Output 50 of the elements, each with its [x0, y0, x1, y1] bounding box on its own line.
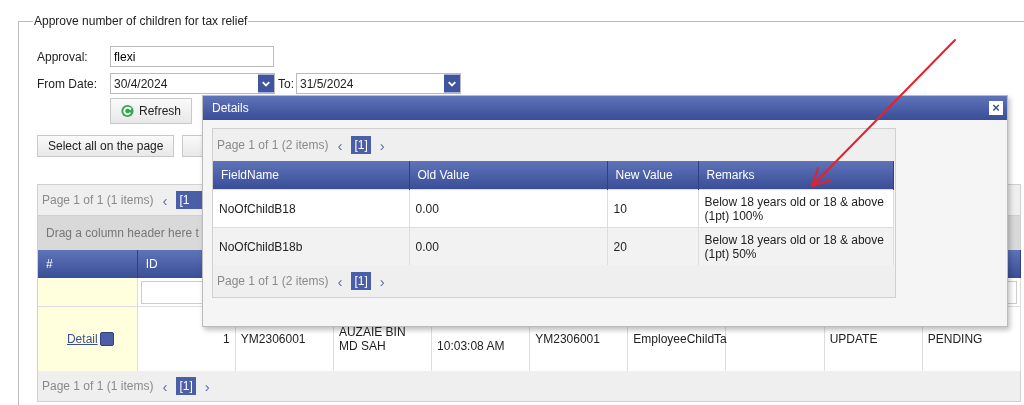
table-cell: 0.00	[415, 201, 439, 216]
pager-summary: Page 1 of 1 (1 items)	[42, 379, 154, 393]
square-icon[interactable]	[99, 332, 114, 347]
page-number-button[interactable]: [1]	[351, 136, 371, 154]
table-cell: Below 18 years old or 18 & above (1pt) 50%	[704, 232, 884, 261]
refresh-icon	[121, 103, 134, 119]
pager-summary: Page 1 of 1 (1 items)	[42, 193, 154, 207]
panel-title: Approve number of children for tax relief	[33, 14, 249, 28]
table-cell: 20	[613, 239, 627, 254]
dialog-title: Details	[212, 101, 249, 115]
previous-page-button[interactable]: ‹	[159, 378, 171, 394]
dropdown-icon[interactable]	[258, 74, 274, 93]
page-number-button[interactable]: [1]	[176, 377, 196, 395]
column-header[interactable]: Remarks	[698, 161, 894, 190]
column-header[interactable]: Old Value	[409, 161, 607, 190]
table-cell: YM2306001	[240, 332, 306, 346]
close-button[interactable]: ×	[989, 101, 1003, 115]
date-field[interactable]: 30/4/2024	[110, 73, 275, 94]
field-label: From Date:	[37, 76, 98, 91]
table-cell: 10:03:08 AM	[437, 339, 505, 353]
table-cell: 1	[223, 332, 230, 346]
table-cell: EmployeeChildTa	[633, 332, 727, 346]
table-cell: UPDATE	[829, 332, 878, 346]
refresh-button[interactable]: Refresh	[110, 98, 192, 124]
date-field[interactable]: 31/5/2024	[296, 73, 461, 94]
table-cell: AUZAIE BIN MD SAH	[338, 325, 406, 353]
previous-page-button[interactable]: ‹	[334, 137, 346, 153]
field-label: Approval:	[37, 49, 89, 64]
detail-link[interactable]: Detail	[66, 331, 98, 346]
pager-summary: Page 1 of 1 (2 items)	[217, 138, 329, 152]
column-header[interactable]: #	[38, 250, 138, 278]
column-header[interactable]: FieldName	[213, 161, 409, 190]
approval-field[interactable]: flexi	[110, 46, 274, 67]
previous-page-button[interactable]: ‹	[159, 192, 171, 208]
next-page-button[interactable]: ›	[201, 378, 213, 394]
table-cell: PENDING	[927, 332, 983, 346]
table-cell: NoOfChildB18	[219, 201, 296, 216]
next-page-button[interactable]: ›	[376, 273, 388, 289]
previous-page-button[interactable]: ‹	[334, 273, 346, 289]
column-header[interactable]: New Value	[607, 161, 698, 190]
next-page-button[interactable]: ›	[376, 137, 388, 153]
dropdown-icon[interactable]	[444, 74, 460, 93]
group-panel-hint: Drag a column header here t	[46, 226, 199, 240]
table-cell: 10	[613, 201, 627, 216]
table-cell: YM2306001	[535, 332, 600, 346]
field-label: To:	[278, 76, 294, 91]
page-number-button[interactable]: [1]	[351, 272, 371, 290]
action-button[interactable]: Select all on the page	[37, 134, 175, 157]
table-cell: 0.00	[415, 239, 439, 254]
table-cell: Below 18 years old or 18 & above (1pt) 100%	[704, 194, 884, 223]
